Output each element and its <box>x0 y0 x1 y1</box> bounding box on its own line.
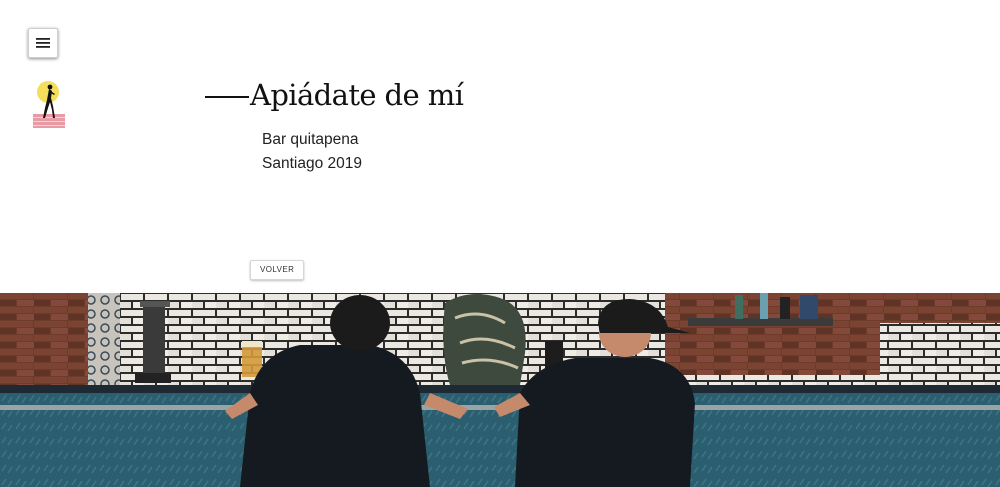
running-figure-sun-logo <box>33 81 65 128</box>
page-title: Apiádate de mí <box>250 78 464 112</box>
brand-logo[interactable] <box>31 78 67 130</box>
hero-image <box>0 293 1000 487</box>
title-rule <box>205 96 249 98</box>
title-block: Apiádate de mí <box>205 74 464 116</box>
hamburger-menu-icon <box>36 38 50 48</box>
back-button[interactable]: VOLVER <box>250 260 305 280</box>
subtitle-line-venue: Bar quitapena <box>262 131 359 148</box>
subtitle-block: Bar quitapena Santiago 2019 <box>262 128 362 176</box>
bar-patrons-photo <box>0 293 1000 487</box>
menu-button[interactable] <box>28 28 58 58</box>
subtitle-line-place-year: Santiago 2019 <box>262 155 362 172</box>
